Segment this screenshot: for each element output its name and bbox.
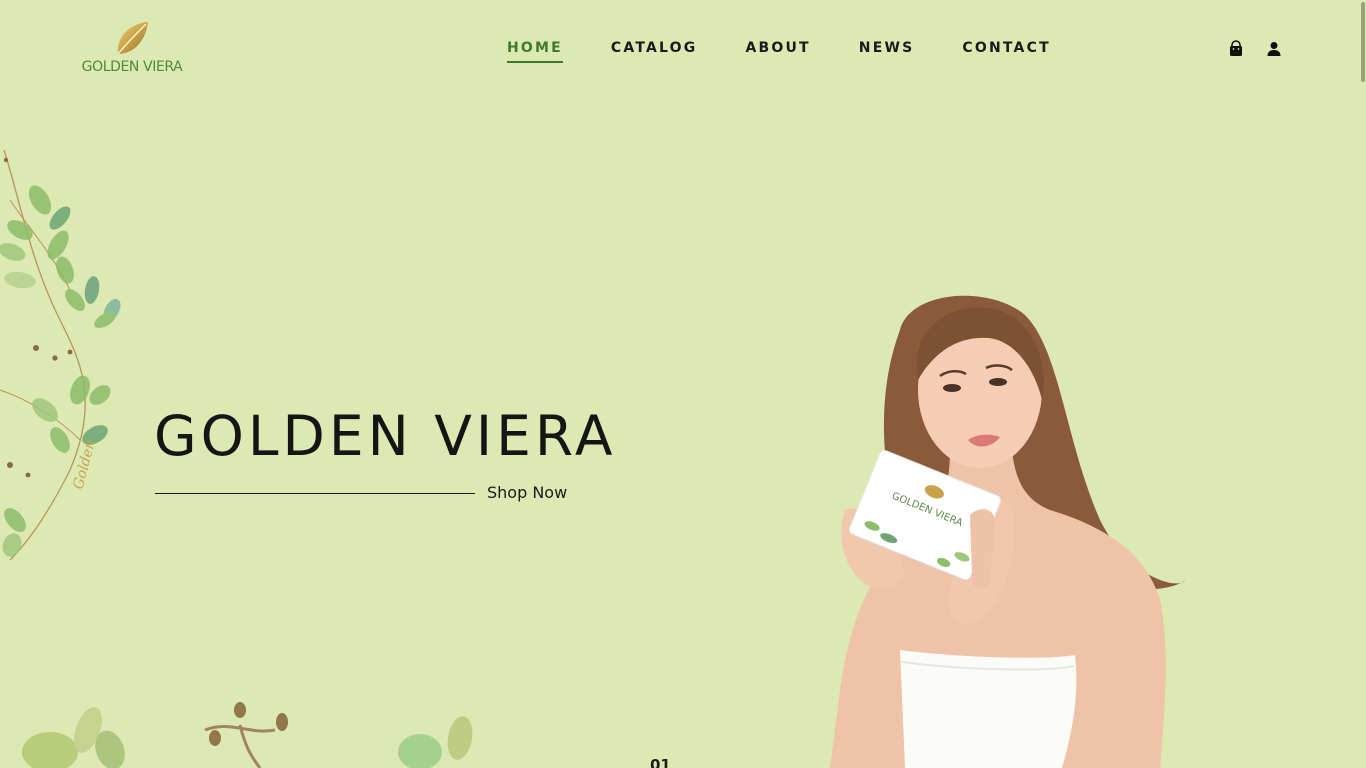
main-nav: HOME CATALOG ABOUT NEWS CONTACT	[507, 40, 1051, 63]
nav-catalog[interactable]: CATALOG	[611, 40, 698, 63]
model-with-product-image: GOLDEN VIERA	[830, 295, 1185, 768]
brand-logo[interactable]: GOLDEN VIERA	[74, 20, 190, 78]
shop-now-link[interactable]: Shop Now	[487, 483, 567, 502]
shopping-bag-icon[interactable]	[1227, 40, 1245, 58]
leaf-branch-decoration: Golden	[0, 149, 121, 561]
script-decor-text: Golden	[70, 438, 98, 491]
nav-contact[interactable]: CONTACT	[962, 40, 1050, 63]
header-icons	[1227, 40, 1283, 58]
user-icon[interactable]	[1265, 40, 1283, 58]
hero-title: GOLDEN VIERA	[154, 404, 617, 468]
scrollbar-thumb[interactable]	[1361, 2, 1365, 82]
logo-text: GOLDEN VIERA	[81, 59, 183, 75]
bottom-leaf-decoration	[22, 702, 473, 768]
leaf-logo-icon	[117, 22, 148, 55]
hero-divider	[155, 493, 475, 494]
scrollbar[interactable]	[1360, 0, 1366, 768]
nav-home[interactable]: HOME	[507, 40, 563, 63]
slide-number: 01	[650, 756, 671, 768]
nav-about[interactable]: ABOUT	[745, 40, 810, 63]
nav-news[interactable]: NEWS	[859, 40, 915, 63]
